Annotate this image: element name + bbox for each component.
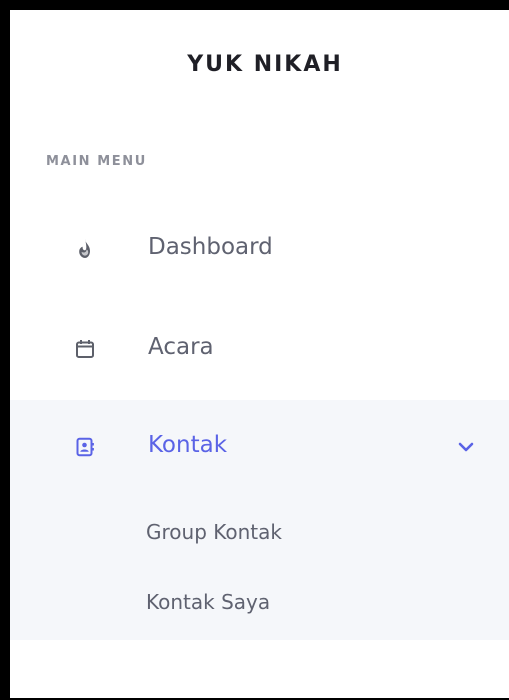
sidebar-item-kontak[interactable]: Kontak	[10, 400, 509, 500]
section-label-main-menu: MAIN MENU	[46, 154, 147, 169]
contact-book-icon	[74, 436, 96, 458]
sidebar-item-label: Dashboard	[148, 234, 273, 260]
app-window: YUK NIKAH MAIN MENU Dashboard Acara Kont…	[0, 0, 509, 700]
sidebar-item-acara[interactable]: Acara	[10, 302, 509, 402]
submenu-item-group-kontak[interactable]: Group Kontak	[146, 520, 282, 544]
sidebar: YUK NIKAH MAIN MENU Dashboard Acara Kont…	[10, 10, 509, 698]
sidebar-item-dashboard[interactable]: Dashboard	[10, 202, 509, 302]
calendar-icon	[74, 338, 96, 360]
sidebar-item-label: Kontak	[148, 432, 228, 458]
fire-icon	[74, 238, 96, 260]
sidebar-item-label: Acara	[148, 334, 214, 360]
submenu-item-kontak-saya[interactable]: Kontak Saya	[146, 590, 270, 614]
expanded-menu-group: Kontak Group Kontak Kontak Saya	[10, 400, 509, 640]
brand-title[interactable]: YUK NIKAH	[10, 52, 509, 77]
chevron-down-icon[interactable]	[457, 438, 475, 456]
